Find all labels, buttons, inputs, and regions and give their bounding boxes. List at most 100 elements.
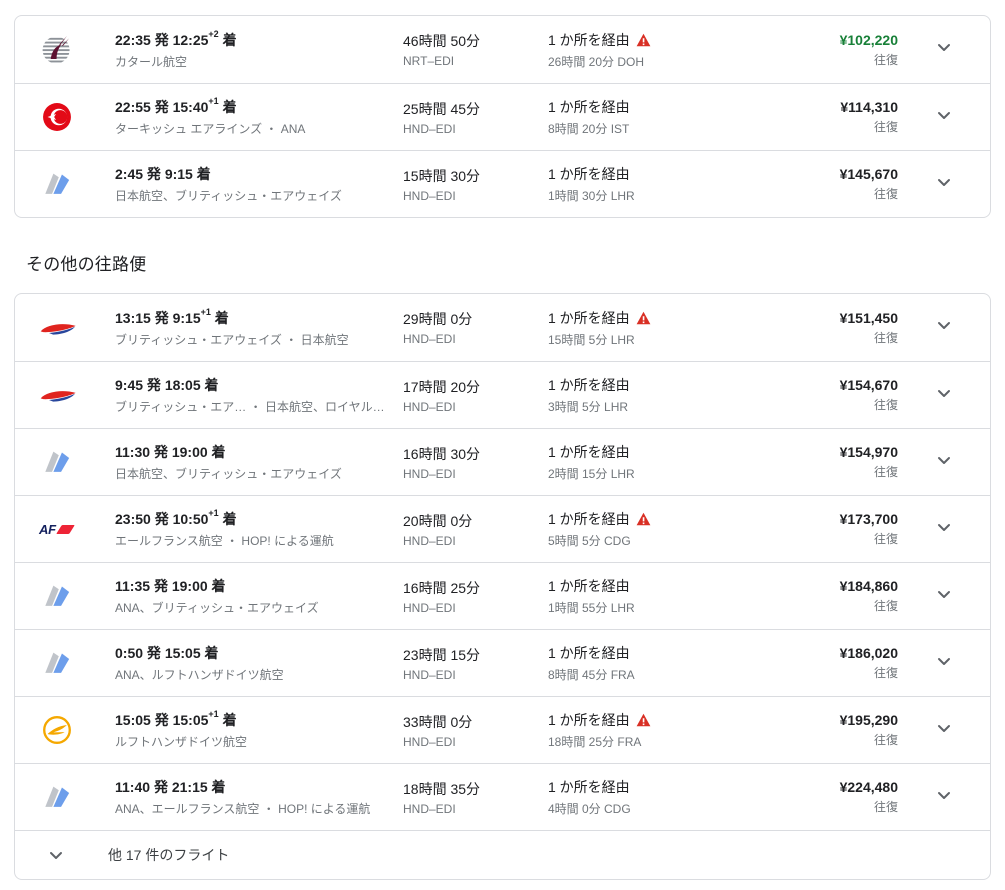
stops-count: 1 か所を経由: [548, 710, 630, 730]
stops-count: 1 か所を経由: [548, 777, 630, 797]
show-more-flights-button[interactable]: 他 17 件のフライト: [15, 830, 990, 879]
airline-names: エールフランス航空 ・ HOP! による運航: [115, 532, 389, 549]
stops-cell: 1 か所を経由 5時間 5分 CDG: [548, 509, 746, 549]
total-duration: 15時間 30分: [403, 166, 548, 186]
expand-flight-button[interactable]: [898, 103, 990, 132]
airline-names: ANA、ルフトハンザドイツ航空: [115, 666, 389, 683]
trip-type-label: 往復: [746, 118, 898, 135]
stops-count: 1 か所を経由: [548, 164, 630, 184]
flight-times: 22:55 発 15:40+1 着: [115, 97, 389, 117]
british-airways-logo: [39, 317, 79, 339]
layover-info: 5時間 5分 CDG: [548, 532, 746, 549]
airline-names: ターキッシュ エアラインズ ・ ANA: [115, 120, 389, 137]
multiple-airlines-logo: [39, 444, 75, 480]
flight-times-cell: 13:15 発 9:15+1 着 ブリティッシュ・エアウェイズ ・ 日本航空: [115, 308, 403, 348]
chevron-down-icon: [932, 716, 956, 745]
stops-cell: 1 か所を経由 3時間 5分 LHR: [548, 375, 746, 415]
flight-row[interactable]: 2:45 発 9:15 着 日本航空、ブリティッシュ・エアウェイズ 15時間 3…: [15, 150, 990, 217]
trip-type-label: 往復: [746, 597, 898, 614]
flight-times: 11:30 発 19:00 着: [115, 442, 389, 462]
flight-row[interactable]: 22:35 発 12:25+2 着 カタール航空 46時間 50分 NRT–ED…: [15, 16, 990, 83]
expand-flight-button[interactable]: [898, 381, 990, 410]
stops-count: 1 か所を経由: [548, 30, 630, 50]
expand-flight-button[interactable]: [898, 448, 990, 477]
flight-row[interactable]: 11:35 発 19:00 着 ANA、ブリティッシュ・エアウェイズ 16時間 …: [15, 562, 990, 629]
flight-times-cell: 11:35 発 19:00 着 ANA、ブリティッシュ・エアウェイズ: [115, 576, 403, 616]
multiple-airlines-logo: [39, 166, 75, 202]
expand-flight-button[interactable]: [898, 170, 990, 199]
stops-count: 1 か所を経由: [548, 308, 630, 328]
layover-info: 8時間 20分 IST: [548, 120, 746, 137]
airline-logo-cell: [15, 166, 115, 202]
flight-row[interactable]: 9:45 発 18:05 着 ブリティッシュ・エア… ・ 日本航空、ロイヤル・エ…: [15, 361, 990, 428]
flight-times-cell: 9:45 発 18:05 着 ブリティッシュ・エア… ・ 日本航空、ロイヤル・エ…: [115, 375, 403, 415]
airline-names: ルフトハンザドイツ航空: [115, 733, 389, 750]
flight-times-cell: 23:50 発 10:50+1 着 エールフランス航空 ・ HOP! による運航: [115, 509, 403, 549]
show-more-flights-label: 他 17 件のフライト: [108, 845, 229, 865]
airline-logo-cell: [15, 444, 115, 480]
route-airports: HND–EDI: [403, 467, 548, 481]
airline-logo-cell: [15, 384, 115, 406]
flight-times: 9:45 発 18:05 着: [115, 375, 389, 395]
flight-times-cell: 11:40 発 21:15 着 ANA、エールフランス航空 ・ HOP! による…: [115, 777, 403, 817]
price: ¥145,670: [746, 166, 898, 182]
multiple-airlines-logo: [39, 578, 75, 614]
expand-flight-button[interactable]: [898, 716, 990, 745]
expand-flight-button[interactable]: [898, 783, 990, 812]
flight-row[interactable]: 11:30 発 19:00 着 日本航空、ブリティッシュ・エアウェイズ 16時間…: [15, 428, 990, 495]
duration-cell: 16時間 30分 HND–EDI: [403, 444, 548, 481]
stops-cell: 1 か所を経由 15時間 5分 LHR: [548, 308, 746, 348]
airline-logo-cell: AF: [15, 522, 115, 537]
flight-times-cell: 0:50 発 15:05 着 ANA、ルフトハンザドイツ航空: [115, 643, 403, 683]
qatar-airways-logo: [39, 32, 75, 68]
warning-icon: [636, 512, 651, 526]
expand-flight-button[interactable]: [898, 313, 990, 342]
stops-cell: 1 か所を経由 4時間 0分 CDG: [548, 777, 746, 817]
route-airports: NRT–EDI: [403, 54, 548, 68]
route-airports: HND–EDI: [403, 735, 548, 749]
flight-times: 13:15 発 9:15+1 着: [115, 308, 389, 328]
flight-row[interactable]: 11:40 発 21:15 着 ANA、エールフランス航空 ・ HOP! による…: [15, 763, 990, 830]
total-duration: 20時間 0分: [403, 511, 548, 531]
price: ¥154,670: [746, 377, 898, 393]
other-flights-list: 13:15 発 9:15+1 着 ブリティッシュ・エアウェイズ ・ 日本航空 2…: [15, 294, 990, 830]
price: ¥195,290: [746, 712, 898, 728]
airline-logo-cell: [15, 712, 115, 748]
duration-cell: 25時間 45分 HND–EDI: [403, 99, 548, 136]
flight-times: 22:35 発 12:25+2 着: [115, 30, 389, 50]
airline-names: カタール航空: [115, 53, 389, 70]
flight-times-cell: 22:55 発 15:40+1 着 ターキッシュ エアラインズ ・ ANA: [115, 97, 403, 137]
best-flights-list: 22:35 発 12:25+2 着 カタール航空 46時間 50分 NRT–ED…: [15, 16, 990, 217]
expand-flight-button[interactable]: [898, 582, 990, 611]
expand-flight-button[interactable]: [898, 515, 990, 544]
flight-row[interactable]: 0:50 発 15:05 着 ANA、ルフトハンザドイツ航空 23時間 15分 …: [15, 629, 990, 696]
flight-row[interactable]: 15:05 発 15:05+1 着 ルフトハンザドイツ航空 33時間 0分 HN…: [15, 696, 990, 763]
price-cell: ¥154,970 往復: [746, 444, 898, 480]
chevron-down-icon: [932, 35, 956, 64]
trip-type-label: 往復: [746, 530, 898, 547]
airline-logo-cell: [15, 645, 115, 681]
other-flights-card: 13:15 発 9:15+1 着 ブリティッシュ・エアウェイズ ・ 日本航空 2…: [14, 293, 991, 880]
flight-row[interactable]: 13:15 発 9:15+1 着 ブリティッシュ・エアウェイズ ・ 日本航空 2…: [15, 294, 990, 361]
layover-info: 18時間 25分 FRA: [548, 733, 746, 750]
flight-row[interactable]: AF 23:50 発 10:50+1 着 エールフランス航空 ・ HOP! によ…: [15, 495, 990, 562]
layover-info: 4時間 0分 CDG: [548, 800, 746, 817]
duration-cell: 20時間 0分 HND–EDI: [403, 511, 548, 548]
price: ¥186,020: [746, 645, 898, 661]
duration-cell: 16時間 25分 HND–EDI: [403, 578, 548, 615]
total-duration: 23時間 15分: [403, 645, 548, 665]
warning-icon: [636, 33, 651, 47]
airline-logo-cell: [15, 32, 115, 68]
duration-cell: 18時間 35分 HND–EDI: [403, 779, 548, 816]
expand-flight-button[interactable]: [898, 35, 990, 64]
airline-names: ANA、ブリティッシュ・エアウェイズ: [115, 599, 389, 616]
total-duration: 25時間 45分: [403, 99, 548, 119]
flight-row[interactable]: 22:55 発 15:40+1 着 ターキッシュ エアラインズ ・ ANA 25…: [15, 83, 990, 150]
total-duration: 17時間 20分: [403, 377, 548, 397]
chevron-down-icon: [44, 843, 68, 867]
chevron-down-icon: [932, 103, 956, 132]
stops-cell: 1 か所を経由 1時間 30分 LHR: [548, 164, 746, 204]
trip-type-label: 往復: [746, 329, 898, 346]
flight-times-cell: 22:35 発 12:25+2 着 カタール航空: [115, 30, 403, 70]
expand-flight-button[interactable]: [898, 649, 990, 678]
